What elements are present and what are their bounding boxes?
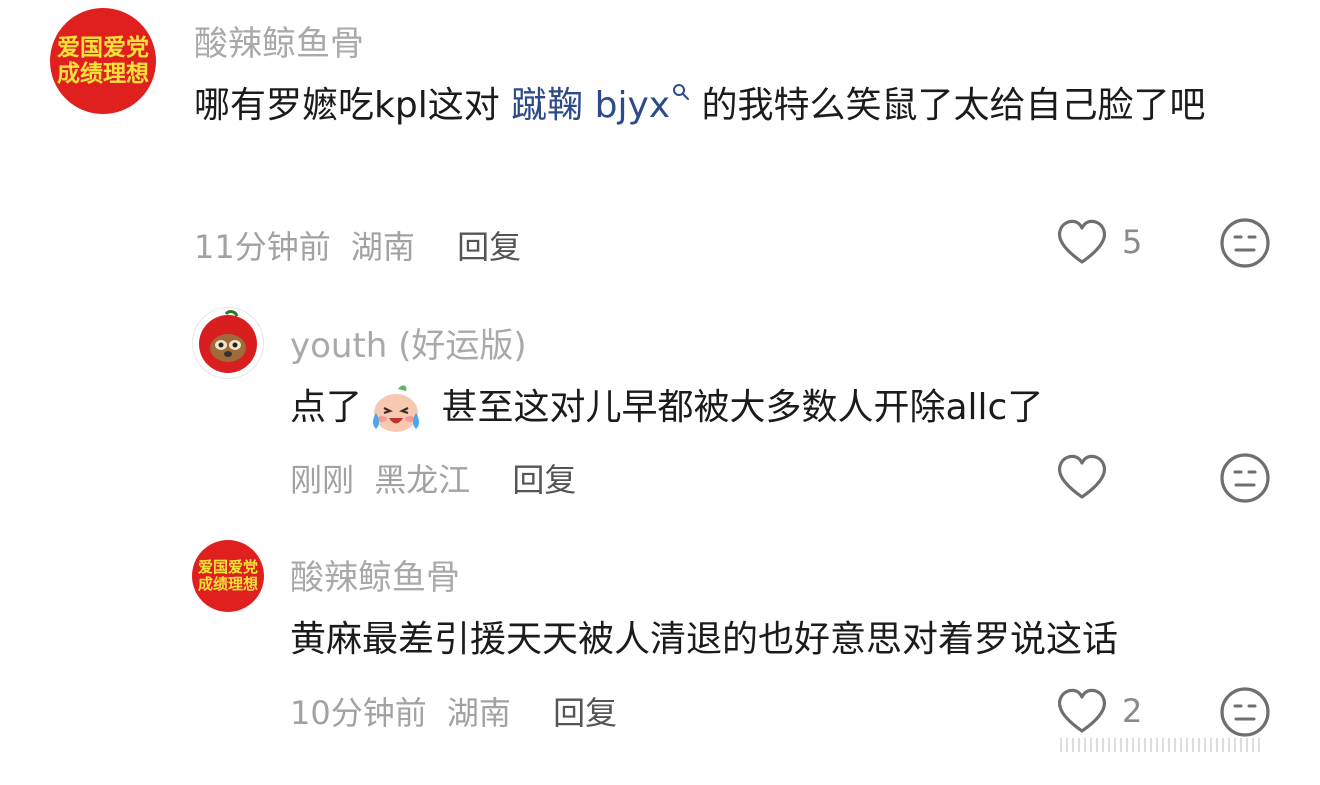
avatar-dog-icon <box>199 310 257 373</box>
like-count: 2 <box>1122 692 1143 730</box>
avatar-text-line: 爱国爱党 <box>57 34 149 61</box>
avatar-text-line: 成绩理想 <box>57 61 149 87</box>
like-count: 5 <box>1122 223 1143 261</box>
like-button[interactable] <box>1056 453 1122 501</box>
emoji-reaction-button[interactable] <box>1219 452 1271 508</box>
comment-text-part: 的我特么笑鼠了太给自己脸了吧 <box>690 85 1206 126</box>
comment-text-part: 甚至这对儿早都被大多数人开除allc了 <box>430 387 1044 428</box>
topic-label: 蹴鞠 bjyx <box>511 85 671 126</box>
comment-text: 点了 甚至这对儿早都被大多数人开除allc了 <box>290 374 1280 442</box>
timestamp: 11分钟前 <box>194 228 331 266</box>
emoji-reaction-button[interactable] <box>1219 217 1271 273</box>
username[interactable]: youth (好运版) <box>290 318 527 367</box>
reply-button[interactable]: 回复 <box>553 694 617 732</box>
avatar[interactable]: 爱国爱党 成绩理想 <box>192 540 264 612</box>
like-button[interactable]: 5 <box>1056 218 1142 266</box>
scroll-indicator[interactable] <box>1060 738 1260 752</box>
comment-meta: 刚刚 黑龙江 回复 <box>290 455 586 501</box>
search-icon <box>673 84 690 100</box>
avatar[interactable] <box>192 307 264 379</box>
heart-icon <box>1057 688 1107 733</box>
reply-button[interactable]: 回复 <box>457 228 521 266</box>
comment-text: 黄麻最差引援天天被人清退的也好意思对着罗说这话 <box>290 619 1119 660</box>
comment-text: 哪有罗嬷吃kpl这对 蹴鞠 bjyx 的我特么笑鼠了太给自己脸了吧 <box>194 72 1284 140</box>
timestamp: 刚刚 <box>290 461 355 499</box>
comment-text-part: 点了 <box>290 387 363 428</box>
crying-laugh-emoji <box>373 385 420 432</box>
avatar[interactable]: 爱国爱党 成绩理想 <box>50 8 156 114</box>
location: 湖南 <box>350 228 415 266</box>
timestamp: 10分钟前 <box>290 694 427 732</box>
topic-link[interactable]: 蹴鞠 bjyx <box>511 84 690 126</box>
comment-meta: 11分钟前 湖南 回复 <box>194 222 531 268</box>
location: 湖南 <box>446 694 511 732</box>
avatar-text-line: 爱国爱党 <box>197 557 258 576</box>
comment-meta: 10分钟前 湖南 回复 <box>290 688 627 734</box>
emoji-neutral-icon <box>1220 218 1270 268</box>
reply-button[interactable]: 回复 <box>512 461 576 499</box>
heart-icon <box>1057 219 1107 264</box>
comment-text-part: 哪有罗嬷吃kpl这对 <box>194 85 512 126</box>
like-button[interactable]: 2 <box>1056 687 1142 735</box>
emoji-reaction-button[interactable] <box>1219 686 1271 742</box>
location: 黑龙江 <box>374 461 471 499</box>
avatar-text-line: 成绩理想 <box>197 575 258 593</box>
emoji-neutral-icon <box>1220 687 1270 737</box>
username[interactable]: 酸辣鲸鱼骨 <box>290 550 460 599</box>
username[interactable]: 酸辣鲸鱼骨 <box>194 16 364 65</box>
heart-icon <box>1057 454 1107 499</box>
emoji-neutral-icon <box>1220 453 1270 503</box>
